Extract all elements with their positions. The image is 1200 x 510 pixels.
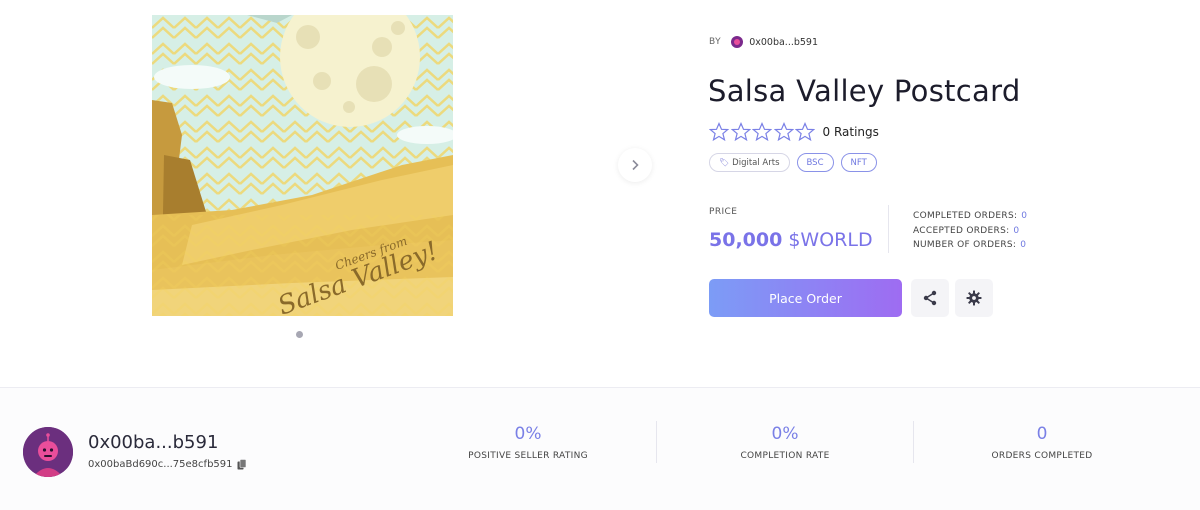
creator-avatar[interactable] [731,36,744,48]
settings-button[interactable] [955,279,993,317]
tag-label: Digital Arts [732,157,780,168]
divider [888,205,889,253]
by-label: BY [709,37,722,47]
ratings-count: 0 Ratings [822,125,879,139]
accepted-orders-label: ACCEPTED ORDERS: [913,225,1010,236]
order-stats: COMPLETED ORDERS: 0 ACCEPTED ORDERS: 0 NUM… [913,209,1027,253]
postcard-illustration: Cheers from Salsa Valley! [152,15,453,316]
accepted-orders-value: 0 [1013,225,1020,236]
completed-orders-label: COMPLETED ORDERS: [913,211,1018,221]
chevron-right-icon [632,159,639,171]
creator-row: BY 0x00ba...b591 [709,36,818,48]
seller-name[interactable]: 0x00ba...b591 [88,432,218,453]
star-icon[interactable] [795,122,815,142]
product-title: Salsa Valley Postcard [708,74,1021,108]
stat-value: 0% [771,424,799,444]
tag-label: NFT [850,157,867,168]
stat-value: 0 [1036,424,1048,444]
stat-value: 0% [514,424,542,444]
tag-list: 🏷︎ Digital Arts BSC NFT [709,153,877,172]
seller-address-row: 0x00baBd690c...75e8cfb591 [88,459,247,470]
seller-avatar[interactable] [23,427,73,477]
copy-icon[interactable] [237,459,247,470]
tag-digital-arts[interactable]: 🏷︎ Digital Arts [709,153,790,172]
number-of-orders-label: NUMBER OF ORDERS: [913,240,1017,250]
tag-bsc[interactable]: BSC [796,153,834,172]
stat-orders-completed: 0 ORDERS COMPLETED [942,424,1142,461]
creator-name-link[interactable]: 0x00ba...b591 [749,37,818,48]
star-icon[interactable] [709,122,729,142]
next-image-button[interactable] [618,148,652,182]
price: 50,000 $WORLD [709,229,873,251]
completed-orders-row: COMPLETED ORDERS: 0 [913,209,1027,224]
star-icon[interactable] [773,122,794,142]
seller-info-strip: 0x00ba...b591 0x00baBd690c...75e8cfb591 … [0,387,1200,510]
tag-label: BSC [806,157,824,168]
stat-label: COMPLETION RATE [740,451,830,461]
star-icon[interactable] [730,122,751,142]
share-icon [923,290,937,306]
rating-row: 0 Ratings [709,122,879,142]
price-label: PRICE [709,207,738,217]
stat-divider [656,421,657,463]
stat-label: POSITIVE SELLER RATING [468,451,588,461]
price-currency: $WORLD [788,229,873,251]
tag-nft[interactable]: NFT [840,153,877,172]
stat-label: ORDERS COMPLETED [991,451,1093,461]
price-value: 50,000 [709,229,783,251]
product-image[interactable]: Cheers from Salsa Valley! [152,15,453,316]
gallery-pagination-dot[interactable] [296,331,303,338]
seller-avatar-illustration [23,427,73,477]
stat-divider [913,421,914,463]
stat-positive-seller-rating: 0% POSITIVE SELLER RATING [428,424,628,461]
share-button[interactable] [911,279,949,317]
number-of-orders-value: 0 [1020,240,1027,250]
place-order-button[interactable]: Place Order [709,279,902,317]
star-icon[interactable] [752,122,772,142]
gear-icon [966,290,982,306]
stat-completion-rate: 0% COMPLETION RATE [685,424,885,461]
accepted-orders-row: ACCEPTED ORDERS: 0 [913,224,1027,239]
number-of-orders-row: NUMBER OF ORDERS: 0 [913,238,1027,253]
tag-icon: 🏷︎ [719,158,730,167]
seller-address: 0x00baBd690c...75e8cfb591 [88,459,233,470]
completed-orders-value: 0 [1021,211,1028,221]
